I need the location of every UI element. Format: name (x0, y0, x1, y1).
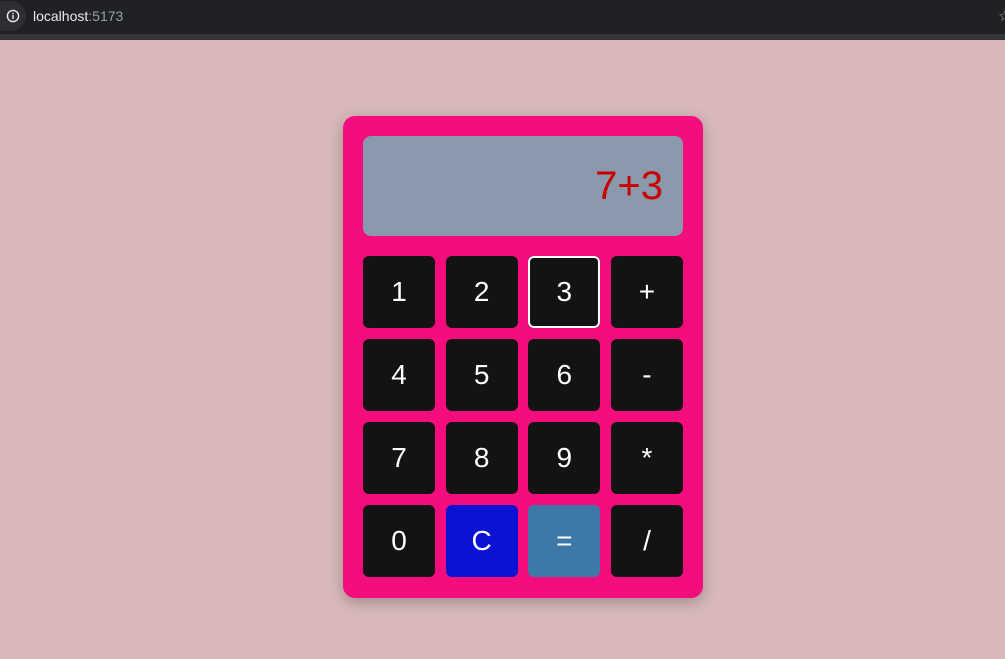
key-9[interactable]: 9 (528, 422, 601, 494)
info-icon (6, 9, 20, 23)
key-6[interactable]: 6 (528, 339, 601, 411)
key-2[interactable]: 2 (445, 256, 518, 328)
key-divide[interactable]: / (610, 505, 683, 577)
address-bar[interactable]: localhost:5173 (33, 8, 123, 25)
calculator: 7+3 1 2 3 + 4 5 6 - 7 8 9 * 0 C = / (343, 116, 703, 598)
key-0[interactable]: 0 (363, 505, 435, 577)
key-8[interactable]: 8 (445, 422, 518, 494)
key-minus[interactable]: - (610, 339, 683, 411)
site-info-button[interactable] (0, 1, 26, 31)
calculator-display: 7+3 (363, 136, 683, 236)
equals-button[interactable]: = (528, 505, 601, 577)
key-multiply[interactable]: * (610, 422, 683, 494)
key-plus[interactable]: + (610, 256, 683, 328)
key-3[interactable]: 3 (528, 256, 601, 328)
url-host: localhost (33, 8, 89, 24)
url-port: :5173 (88, 8, 124, 24)
browser-toolbar: localhost:5173 ☆ (0, 0, 1005, 34)
clear-button[interactable]: C (445, 505, 518, 577)
key-5[interactable]: 5 (445, 339, 518, 411)
key-4[interactable]: 4 (363, 339, 435, 411)
keypad: 1 2 3 + 4 5 6 - 7 8 9 * 0 C = / (363, 256, 683, 577)
toolbar-divider (0, 34, 1005, 40)
key-1[interactable]: 1 (363, 256, 435, 328)
key-7[interactable]: 7 (363, 422, 435, 494)
star-icon[interactable]: ☆ (998, 8, 1005, 25)
